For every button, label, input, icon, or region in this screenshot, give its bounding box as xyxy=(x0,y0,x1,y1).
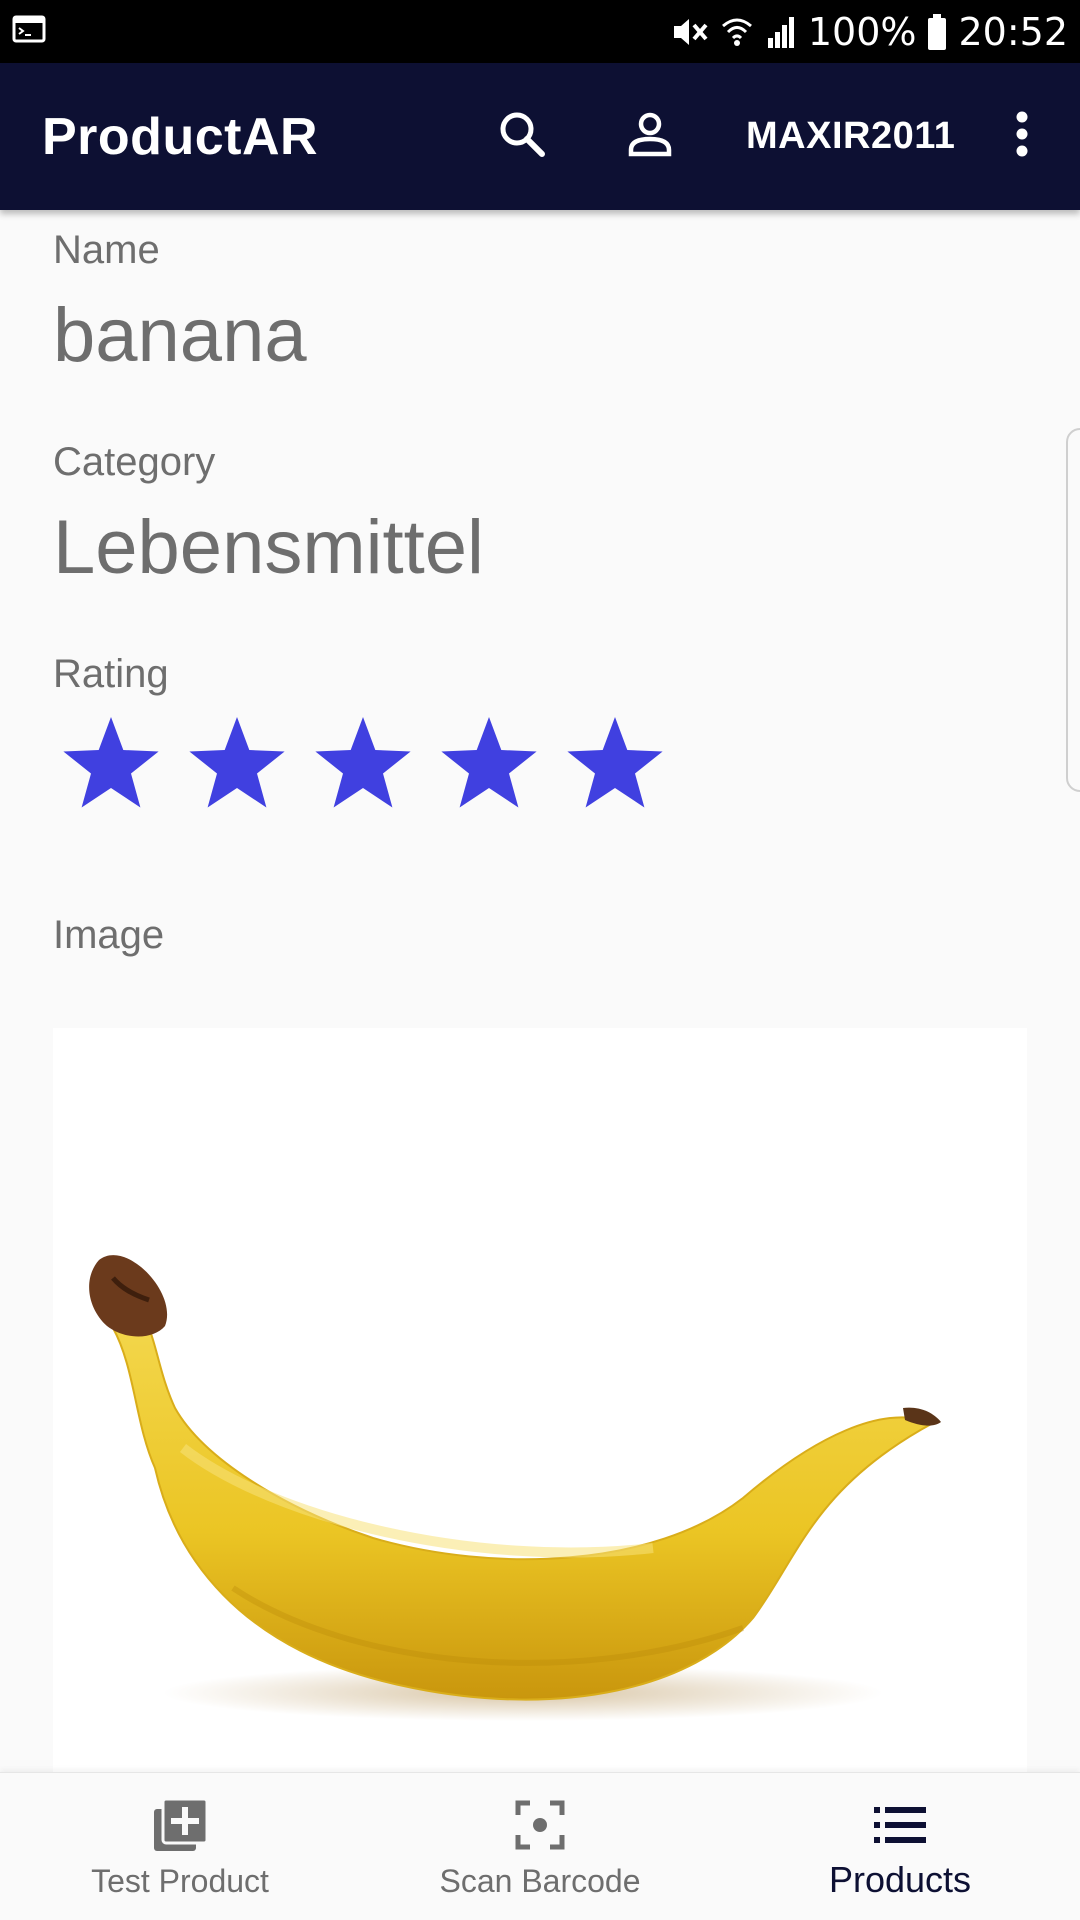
bottom-navigation: Test Product Scan Barcode Products xyxy=(0,1772,1080,1920)
screen: 100% 20:52 ProductAR MAXIR2011 Name bana… xyxy=(0,0,1080,1920)
rating-stars xyxy=(58,712,668,818)
status-bar: 100% 20:52 xyxy=(0,0,1080,63)
add-to-library-icon xyxy=(151,1797,209,1853)
nav-test-product-label: Test Product xyxy=(91,1863,269,1899)
mute-vibrate-icon xyxy=(670,14,710,50)
clock: 20:52 xyxy=(958,9,1068,54)
star-icon xyxy=(315,717,411,808)
search-icon xyxy=(496,108,548,165)
banana-image xyxy=(53,1028,1027,1772)
signal-icon xyxy=(764,14,798,50)
category-label: Category xyxy=(53,440,216,484)
nav-scan-barcode[interactable]: Scan Barcode xyxy=(420,1773,660,1920)
star-icon xyxy=(63,717,159,808)
username-button[interactable]: MAXIR2011 xyxy=(746,115,955,158)
scan-focus-icon xyxy=(514,1797,566,1853)
nav-test-product[interactable]: Test Product xyxy=(60,1773,300,1920)
battery-icon xyxy=(926,13,948,51)
star-icon xyxy=(189,717,285,808)
account-button[interactable] xyxy=(614,63,686,210)
list-icon xyxy=(874,1797,926,1853)
name-label: Name xyxy=(53,228,160,272)
overflow-menu-button[interactable] xyxy=(1000,63,1044,210)
terminal-notification-icon xyxy=(12,14,46,49)
image-label: Image xyxy=(53,913,165,957)
more-vert-icon xyxy=(1015,111,1029,162)
nav-scan-barcode-label: Scan Barcode xyxy=(439,1863,641,1899)
battery-percent: 100% xyxy=(807,9,917,54)
account-icon xyxy=(626,110,674,163)
rating-label: Rating xyxy=(53,652,169,696)
side-panel-handle[interactable] xyxy=(1066,428,1080,792)
nav-products-label: Products xyxy=(828,1859,972,1900)
product-detail[interactable]: Name banana Category Lebensmittel Rating… xyxy=(0,210,1080,1772)
category-value: Lebensmittel xyxy=(53,505,484,590)
wifi-icon xyxy=(720,14,754,50)
star-icon xyxy=(567,717,663,808)
search-button[interactable] xyxy=(486,63,558,210)
name-value: banana xyxy=(53,293,307,378)
app-bar: ProductAR MAXIR2011 xyxy=(0,63,1080,210)
app-title: ProductAR xyxy=(42,107,319,166)
star-icon xyxy=(441,717,537,808)
nav-products[interactable]: Products xyxy=(780,1773,1020,1920)
